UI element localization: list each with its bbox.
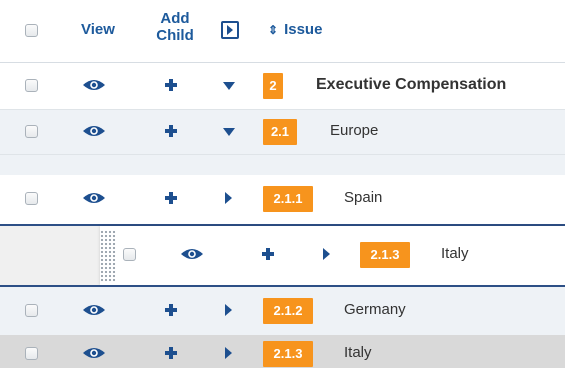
add-child-header-line2: Child — [156, 27, 194, 44]
sort-icon: ⇕ — [268, 23, 279, 37]
caret-right-icon[interactable] — [225, 304, 232, 316]
select-all-checkbox[interactable] — [25, 24, 38, 37]
issue-label[interactable]: Italy — [441, 245, 469, 262]
table-row[interactable]: 2.1.2 Germany — [0, 287, 565, 335]
dragged-row[interactable]: 2.1.3 Italy — [100, 226, 565, 285]
eye-icon[interactable] — [82, 346, 106, 360]
eye-icon[interactable] — [82, 124, 106, 138]
row-checkbox[interactable] — [25, 192, 38, 205]
add-child-icon[interactable] — [164, 191, 178, 205]
add-child-icon[interactable] — [164, 78, 178, 92]
issue-number-badge: 2 — [263, 73, 283, 99]
issue-number-badge: 2.1.1 — [263, 186, 313, 212]
table-row[interactable]: 2.1 Europe — [0, 110, 565, 155]
expand-all-icon — [227, 25, 233, 35]
table-header: View Add Child ⇕ Issue — [0, 0, 565, 62]
issue-number-badge: 2.1.2 — [263, 298, 313, 324]
issue-label[interactable]: Europe — [330, 122, 378, 139]
table-row[interactable]: 2 Executive Compensation — [0, 63, 565, 110]
add-child-header-line1: Add — [160, 10, 190, 27]
caret-right-icon[interactable] — [225, 347, 232, 359]
eye-icon[interactable] — [180, 247, 204, 261]
add-child-column-header: Add Child — [145, 10, 205, 44]
row-checkbox[interactable] — [25, 79, 38, 92]
row-checkbox[interactable] — [123, 248, 136, 261]
caret-down-icon[interactable] — [223, 128, 235, 136]
row-checkbox[interactable] — [25, 304, 38, 317]
issue-number-badge: 2.1 — [263, 119, 297, 145]
table-row[interactable]: 2.1.1 Spain — [0, 175, 565, 224]
issue-label[interactable]: Germany — [344, 301, 406, 318]
issue-label[interactable]: Executive Compensation — [316, 76, 506, 94]
row-gap — [0, 155, 565, 175]
issue-header-label: Issue — [284, 21, 323, 38]
issue-column-header[interactable]: ⇕ Issue — [268, 21, 322, 38]
caret-right-icon[interactable] — [225, 192, 232, 204]
add-child-icon[interactable] — [261, 247, 275, 261]
drag-handle-icon[interactable] — [100, 230, 116, 282]
issue-label[interactable]: Italy — [344, 344, 372, 361]
eye-icon[interactable] — [82, 78, 106, 92]
issue-label[interactable]: Spain — [344, 189, 382, 206]
caret-down-icon[interactable] — [223, 82, 235, 90]
row-checkbox[interactable] — [25, 125, 38, 138]
add-child-icon[interactable] — [164, 303, 178, 317]
add-child-icon[interactable] — [164, 124, 178, 138]
eye-icon[interactable] — [82, 303, 106, 317]
expand-all-button[interactable] — [221, 21, 239, 39]
table-row[interactable]: 2.1.3 Italy — [0, 335, 565, 368]
add-child-icon[interactable] — [164, 346, 178, 360]
issue-number-badge: 2.1.3 — [360, 242, 410, 268]
caret-right-icon[interactable] — [323, 248, 330, 260]
row-checkbox[interactable] — [25, 347, 38, 360]
eye-icon[interactable] — [82, 191, 106, 205]
issue-number-badge: 2.1.3 — [263, 341, 313, 367]
view-column-header: View — [81, 21, 115, 38]
